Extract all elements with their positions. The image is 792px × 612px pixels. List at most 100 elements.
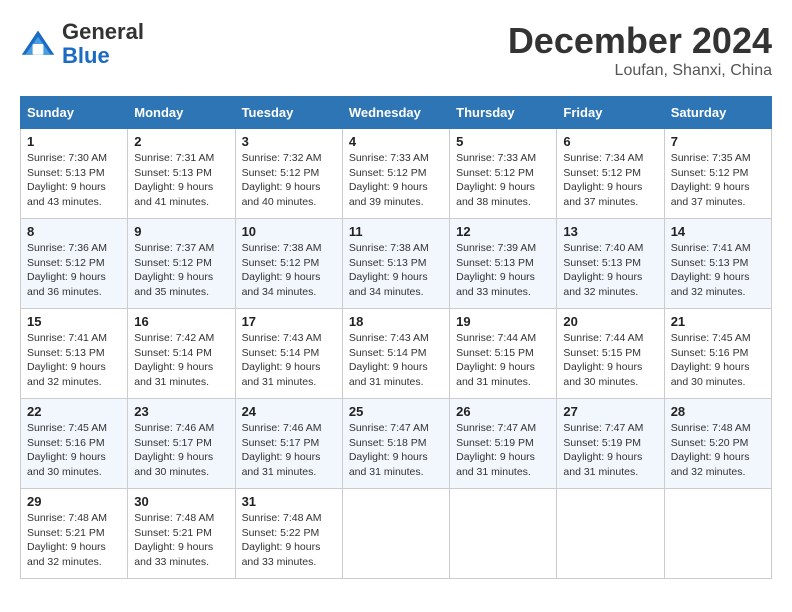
calendar-cell: 29 Sunrise: 7:48 AM Sunset: 5:21 PM Dayl… <box>21 489 128 579</box>
calendar-cell: 10 Sunrise: 7:38 AM Sunset: 5:12 PM Dayl… <box>235 219 342 309</box>
location: Loufan, Shanxi, China <box>508 62 772 80</box>
day-number: 31 <box>242 494 336 509</box>
day-number: 13 <box>563 224 657 239</box>
logo-icon <box>20 26 56 62</box>
day-detail: Sunrise: 7:38 AM Sunset: 5:13 PM Dayligh… <box>349 241 443 300</box>
calendar-cell: 14 Sunrise: 7:41 AM Sunset: 5:13 PM Dayl… <box>664 219 771 309</box>
day-detail: Sunrise: 7:47 AM Sunset: 5:18 PM Dayligh… <box>349 421 443 480</box>
day-detail: Sunrise: 7:48 AM Sunset: 5:21 PM Dayligh… <box>27 511 121 570</box>
day-detail: Sunrise: 7:48 AM Sunset: 5:22 PM Dayligh… <box>242 511 336 570</box>
calendar-cell: 19 Sunrise: 7:44 AM Sunset: 5:15 PM Dayl… <box>450 309 557 399</box>
calendar-cell: 22 Sunrise: 7:45 AM Sunset: 5:16 PM Dayl… <box>21 399 128 489</box>
calendar-cell: 27 Sunrise: 7:47 AM Sunset: 5:19 PM Dayl… <box>557 399 664 489</box>
day-number: 26 <box>456 404 550 419</box>
day-number: 24 <box>242 404 336 419</box>
weekday-header: Saturday <box>664 97 771 129</box>
month-title: December 2024 <box>508 20 772 62</box>
day-detail: Sunrise: 7:33 AM Sunset: 5:12 PM Dayligh… <box>349 151 443 210</box>
calendar-week-row: 1 Sunrise: 7:30 AM Sunset: 5:13 PM Dayli… <box>21 129 772 219</box>
calendar-cell <box>664 489 771 579</box>
day-detail: Sunrise: 7:32 AM Sunset: 5:12 PM Dayligh… <box>242 151 336 210</box>
logo-blue: Blue <box>62 43 110 68</box>
calendar-cell: 24 Sunrise: 7:46 AM Sunset: 5:17 PM Dayl… <box>235 399 342 489</box>
day-detail: Sunrise: 7:31 AM Sunset: 5:13 PM Dayligh… <box>134 151 228 210</box>
day-detail: Sunrise: 7:47 AM Sunset: 5:19 PM Dayligh… <box>456 421 550 480</box>
day-number: 25 <box>349 404 443 419</box>
day-number: 20 <box>563 314 657 329</box>
calendar-cell: 6 Sunrise: 7:34 AM Sunset: 5:12 PM Dayli… <box>557 129 664 219</box>
calendar-cell: 20 Sunrise: 7:44 AM Sunset: 5:15 PM Dayl… <box>557 309 664 399</box>
day-number: 2 <box>134 134 228 149</box>
logo-text: General Blue <box>62 20 144 68</box>
calendar-cell <box>342 489 449 579</box>
calendar-week-row: 29 Sunrise: 7:48 AM Sunset: 5:21 PM Dayl… <box>21 489 772 579</box>
calendar-cell: 13 Sunrise: 7:40 AM Sunset: 5:13 PM Dayl… <box>557 219 664 309</box>
calendar-cell: 9 Sunrise: 7:37 AM Sunset: 5:12 PM Dayli… <box>128 219 235 309</box>
calendar-cell: 15 Sunrise: 7:41 AM Sunset: 5:13 PM Dayl… <box>21 309 128 399</box>
day-number: 12 <box>456 224 550 239</box>
day-detail: Sunrise: 7:42 AM Sunset: 5:14 PM Dayligh… <box>134 331 228 390</box>
calendar-week-row: 8 Sunrise: 7:36 AM Sunset: 5:12 PM Dayli… <box>21 219 772 309</box>
day-detail: Sunrise: 7:44 AM Sunset: 5:15 PM Dayligh… <box>563 331 657 390</box>
day-number: 3 <box>242 134 336 149</box>
day-detail: Sunrise: 7:40 AM Sunset: 5:13 PM Dayligh… <box>563 241 657 300</box>
calendar-cell: 4 Sunrise: 7:33 AM Sunset: 5:12 PM Dayli… <box>342 129 449 219</box>
calendar-cell: 11 Sunrise: 7:38 AM Sunset: 5:13 PM Dayl… <box>342 219 449 309</box>
day-number: 23 <box>134 404 228 419</box>
calendar-cell: 3 Sunrise: 7:32 AM Sunset: 5:12 PM Dayli… <box>235 129 342 219</box>
day-number: 22 <box>27 404 121 419</box>
weekday-header: Monday <box>128 97 235 129</box>
header: General Blue December 2024 Loufan, Shanx… <box>20 20 772 80</box>
day-number: 8 <box>27 224 121 239</box>
day-number: 6 <box>563 134 657 149</box>
day-detail: Sunrise: 7:46 AM Sunset: 5:17 PM Dayligh… <box>242 421 336 480</box>
day-number: 15 <box>27 314 121 329</box>
day-detail: Sunrise: 7:43 AM Sunset: 5:14 PM Dayligh… <box>349 331 443 390</box>
calendar-cell <box>450 489 557 579</box>
calendar-table: SundayMondayTuesdayWednesdayThursdayFrid… <box>20 96 772 579</box>
day-detail: Sunrise: 7:48 AM Sunset: 5:21 PM Dayligh… <box>134 511 228 570</box>
day-detail: Sunrise: 7:35 AM Sunset: 5:12 PM Dayligh… <box>671 151 765 210</box>
day-number: 10 <box>242 224 336 239</box>
calendar-week-row: 22 Sunrise: 7:45 AM Sunset: 5:16 PM Dayl… <box>21 399 772 489</box>
calendar-cell: 1 Sunrise: 7:30 AM Sunset: 5:13 PM Dayli… <box>21 129 128 219</box>
calendar-cell: 28 Sunrise: 7:48 AM Sunset: 5:20 PM Dayl… <box>664 399 771 489</box>
day-detail: Sunrise: 7:45 AM Sunset: 5:16 PM Dayligh… <box>27 421 121 480</box>
weekday-header: Friday <box>557 97 664 129</box>
calendar-cell: 26 Sunrise: 7:47 AM Sunset: 5:19 PM Dayl… <box>450 399 557 489</box>
calendar-cell: 23 Sunrise: 7:46 AM Sunset: 5:17 PM Dayl… <box>128 399 235 489</box>
calendar-cell: 18 Sunrise: 7:43 AM Sunset: 5:14 PM Dayl… <box>342 309 449 399</box>
day-detail: Sunrise: 7:45 AM Sunset: 5:16 PM Dayligh… <box>671 331 765 390</box>
calendar-cell <box>557 489 664 579</box>
calendar-week-row: 15 Sunrise: 7:41 AM Sunset: 5:13 PM Dayl… <box>21 309 772 399</box>
day-detail: Sunrise: 7:34 AM Sunset: 5:12 PM Dayligh… <box>563 151 657 210</box>
day-number: 21 <box>671 314 765 329</box>
day-detail: Sunrise: 7:47 AM Sunset: 5:19 PM Dayligh… <box>563 421 657 480</box>
logo: General Blue <box>20 20 144 68</box>
weekday-header: Tuesday <box>235 97 342 129</box>
calendar-cell: 5 Sunrise: 7:33 AM Sunset: 5:12 PM Dayli… <box>450 129 557 219</box>
calendar-cell: 31 Sunrise: 7:48 AM Sunset: 5:22 PM Dayl… <box>235 489 342 579</box>
day-detail: Sunrise: 7:43 AM Sunset: 5:14 PM Dayligh… <box>242 331 336 390</box>
day-number: 7 <box>671 134 765 149</box>
calendar-cell: 8 Sunrise: 7:36 AM Sunset: 5:12 PM Dayli… <box>21 219 128 309</box>
day-detail: Sunrise: 7:44 AM Sunset: 5:15 PM Dayligh… <box>456 331 550 390</box>
calendar-cell: 7 Sunrise: 7:35 AM Sunset: 5:12 PM Dayli… <box>664 129 771 219</box>
weekday-header: Sunday <box>21 97 128 129</box>
day-number: 5 <box>456 134 550 149</box>
weekday-header: Thursday <box>450 97 557 129</box>
weekday-header: Wednesday <box>342 97 449 129</box>
title-block: December 2024 Loufan, Shanxi, China <box>508 20 772 80</box>
day-number: 16 <box>134 314 228 329</box>
day-detail: Sunrise: 7:39 AM Sunset: 5:13 PM Dayligh… <box>456 241 550 300</box>
weekday-header-row: SundayMondayTuesdayWednesdayThursdayFrid… <box>21 97 772 129</box>
day-number: 1 <box>27 134 121 149</box>
day-detail: Sunrise: 7:48 AM Sunset: 5:20 PM Dayligh… <box>671 421 765 480</box>
day-detail: Sunrise: 7:36 AM Sunset: 5:12 PM Dayligh… <box>27 241 121 300</box>
logo-general: General <box>62 19 144 44</box>
day-detail: Sunrise: 7:41 AM Sunset: 5:13 PM Dayligh… <box>671 241 765 300</box>
day-number: 4 <box>349 134 443 149</box>
day-detail: Sunrise: 7:30 AM Sunset: 5:13 PM Dayligh… <box>27 151 121 210</box>
day-detail: Sunrise: 7:37 AM Sunset: 5:12 PM Dayligh… <box>134 241 228 300</box>
day-detail: Sunrise: 7:46 AM Sunset: 5:17 PM Dayligh… <box>134 421 228 480</box>
